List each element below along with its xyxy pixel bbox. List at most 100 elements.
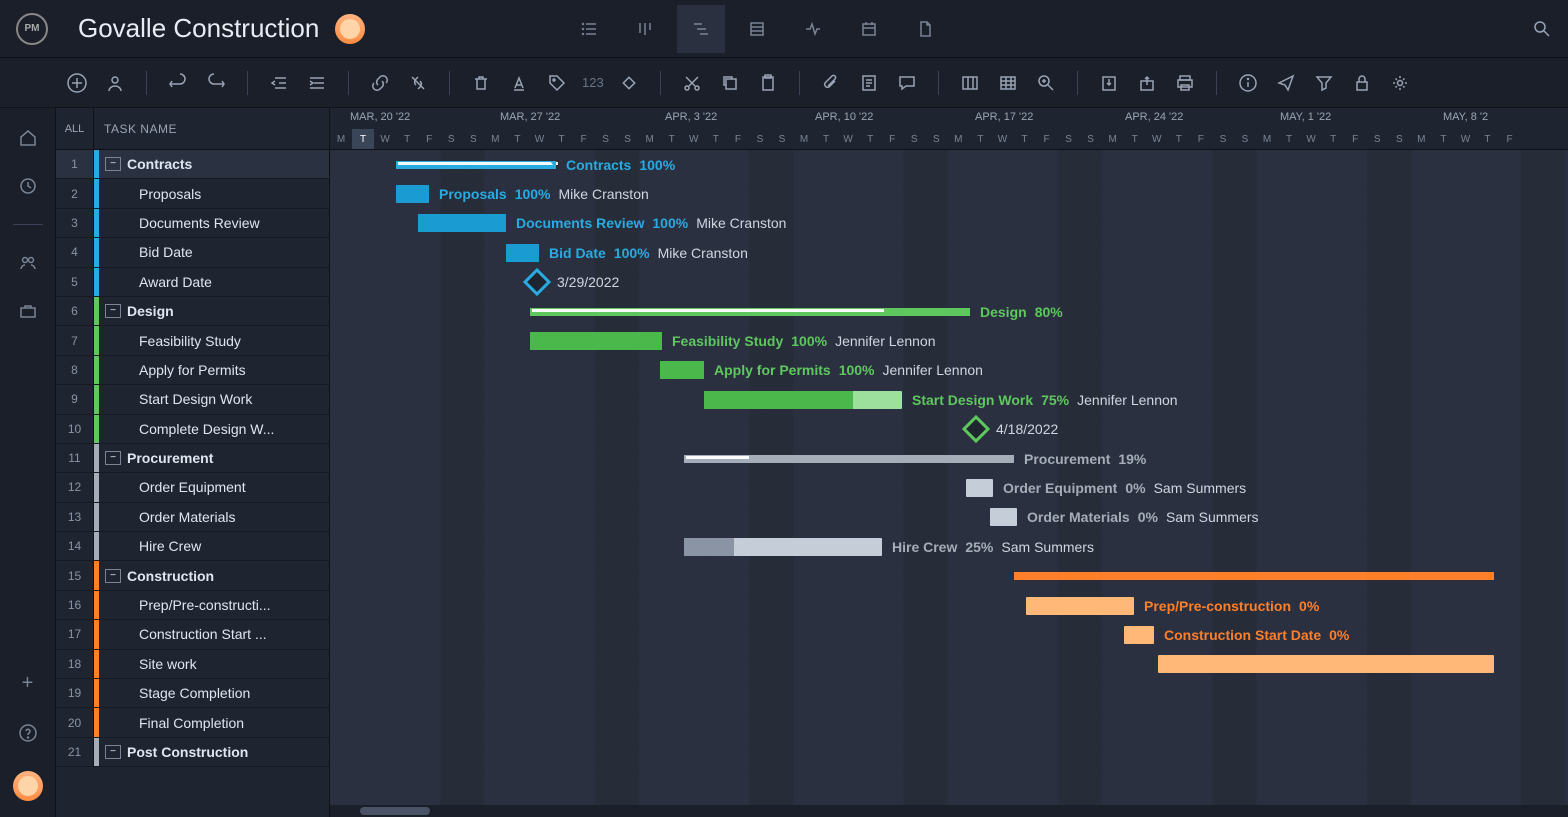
task-row[interactable]: 8Apply for Permits [56,356,329,385]
view-gantt-icon[interactable] [677,5,725,53]
briefcase-icon[interactable] [18,301,38,321]
task-row[interactable]: 9Start Design Work [56,385,329,414]
day-cell: S [1234,129,1256,149]
paste-button[interactable] [751,66,785,100]
task-row[interactable]: 5Award Date [56,268,329,297]
task-row[interactable]: 14Hire Crew [56,532,329,561]
export-button[interactable] [1092,66,1126,100]
zoom-button[interactable] [1029,66,1063,100]
gantt-bar[interactable]: Proposals 100% Mike Cranston [396,185,429,203]
comment-button[interactable] [890,66,924,100]
view-calendar-icon[interactable] [845,5,893,53]
task-row[interactable]: 13Order Materials [56,503,329,532]
lock-button[interactable] [1345,66,1379,100]
gantt-bar[interactable]: Prep/Pre-construction 0% [1026,597,1134,615]
column-all[interactable]: ALL [56,108,94,149]
task-row[interactable]: 15−Construction [56,561,329,590]
task-row[interactable]: 19Stage Completion [56,679,329,708]
gantt-bar[interactable]: 3/29/2022 [527,273,547,291]
gantt-bar[interactable] [1158,655,1494,673]
home-icon[interactable] [18,128,38,148]
copy-button[interactable] [713,66,747,100]
collapse-toggle[interactable]: − [105,451,121,465]
columns-button[interactable] [953,66,987,100]
task-row[interactable]: 11−Procurement [56,444,329,473]
outdent-button[interactable] [262,66,296,100]
task-row[interactable]: 17Construction Start ... [56,620,329,649]
app-logo[interactable]: PM [16,13,48,45]
print-button[interactable] [1168,66,1202,100]
milestone-button[interactable] [612,66,646,100]
settings-button[interactable] [1383,66,1417,100]
add-icon[interactable]: + [22,672,34,695]
link-button[interactable] [363,66,397,100]
gantt-body[interactable]: Contracts 100% Proposals 100% Mike Cranst… [330,150,1568,805]
gantt-bar[interactable]: Order Equipment 0% Sam Summers [966,479,993,497]
send-button[interactable] [1269,66,1303,100]
redo-button[interactable] [199,66,233,100]
horizontal-scrollbar[interactable] [330,805,1568,817]
gantt-bar[interactable]: 4/18/2022 [966,420,986,438]
add-button[interactable] [60,66,94,100]
gantt-bar[interactable]: Bid Date 100% Mike Cranston [506,244,539,262]
undo-button[interactable] [161,66,195,100]
delete-button[interactable] [464,66,498,100]
tag-button[interactable] [540,66,574,100]
gantt-bar[interactable]: Contracts 100% [396,156,556,174]
unlink-button[interactable] [401,66,435,100]
task-row[interactable]: 16Prep/Pre-constructi... [56,591,329,620]
day-cell: S [595,129,617,149]
assign-button[interactable] [98,66,132,100]
task-row[interactable]: 18Site work [56,650,329,679]
gantt-bar[interactable]: Feasibility Study 100% Jennifer Lennon [530,332,662,350]
gantt-bar[interactable] [1014,567,1494,585]
gantt-bar[interactable]: Start Design Work 75% Jennifer Lennon [704,391,902,409]
view-list-icon[interactable] [565,5,613,53]
view-file-icon[interactable] [901,5,949,53]
view-sheet-icon[interactable] [733,5,781,53]
task-row[interactable]: 3Documents Review [56,209,329,238]
team-icon[interactable] [18,253,38,273]
gantt-bar[interactable]: Hire Crew 25% Sam Summers [684,538,882,556]
collapse-toggle[interactable]: − [105,157,121,171]
task-row[interactable]: 20Final Completion [56,708,329,737]
view-activity-icon[interactable] [789,5,837,53]
gantt-bar[interactable]: Order Materials 0% Sam Summers [990,508,1017,526]
number-label: 123 [578,75,608,90]
share-button[interactable] [1130,66,1164,100]
notes-button[interactable] [852,66,886,100]
gantt-bar[interactable]: Apply for Permits 100% Jennifer Lennon [660,361,704,379]
info-button[interactable] [1231,66,1265,100]
grid-button[interactable] [991,66,1025,100]
task-row[interactable]: 6−Design [56,297,329,326]
text-style-button[interactable] [502,66,536,100]
task-row[interactable]: 12Order Equipment [56,473,329,502]
recent-icon[interactable] [18,176,38,196]
day-cell: S [1080,129,1102,149]
cut-button[interactable] [675,66,709,100]
help-icon[interactable] [18,723,38,743]
attachment-button[interactable] [814,66,848,100]
gantt-bar[interactable]: Design 80% [530,303,970,321]
task-row[interactable]: 7Feasibility Study [56,326,329,355]
task-row[interactable]: 2Proposals [56,179,329,208]
user-avatar[interactable] [13,771,43,801]
collapse-toggle[interactable]: − [105,745,121,759]
project-avatar[interactable] [335,14,365,44]
gantt-bar[interactable]: Construction Start Date 0% [1124,626,1154,644]
task-row[interactable]: 4Bid Date [56,238,329,267]
collapse-toggle[interactable]: − [105,304,121,318]
toolbar: 123 [0,58,1568,108]
indent-button[interactable] [300,66,334,100]
gantt-bar[interactable]: Documents Review 100% Mike Cranston [418,214,506,232]
search-icon[interactable] [1532,19,1552,39]
task-name: Feasibility Study [99,333,329,349]
view-board-icon[interactable] [621,5,669,53]
collapse-toggle[interactable]: − [105,569,121,583]
filter-button[interactable] [1307,66,1341,100]
gantt-bar[interactable]: Procurement 19% [684,450,1014,468]
task-row[interactable]: 21−Post Construction [56,738,329,767]
task-row[interactable]: 1−Contracts [56,150,329,179]
task-row[interactable]: 10Complete Design W... [56,415,329,444]
column-task-name[interactable]: TASK NAME [94,108,329,149]
